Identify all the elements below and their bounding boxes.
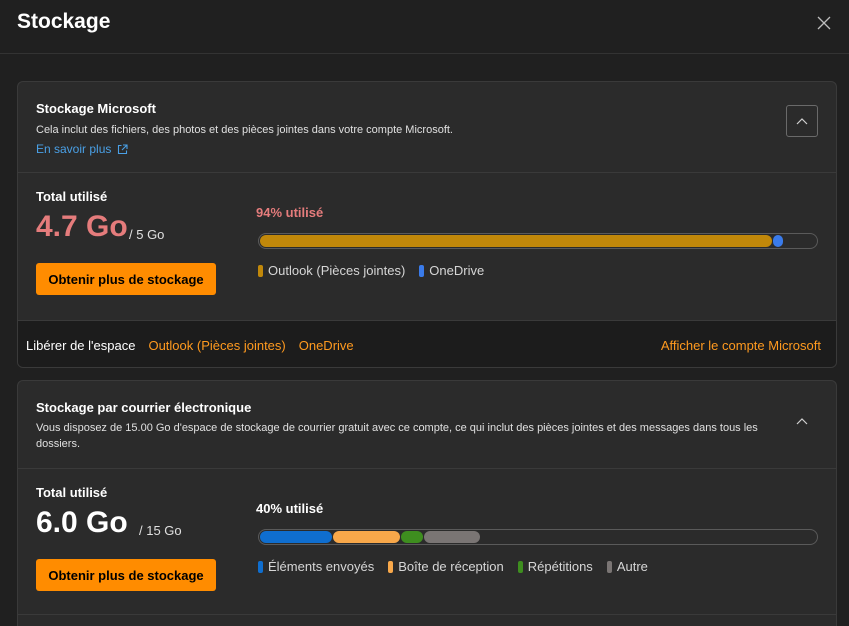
free-onedrive-link[interactable]: OneDrive bbox=[299, 338, 354, 353]
email-storage-card: Stockage par courrier électronique Vous … bbox=[17, 380, 837, 626]
percent-used-label: 40% utilisé bbox=[256, 501, 324, 516]
chevron-up-icon bbox=[796, 118, 808, 125]
microsoft-usage-bar bbox=[258, 233, 818, 249]
total-used-label: Total utilisé bbox=[36, 189, 108, 204]
usage-segment bbox=[333, 531, 400, 543]
capacity-value: / 15 Go bbox=[139, 523, 182, 538]
legend-item: OneDrive bbox=[419, 263, 484, 278]
close-icon bbox=[817, 16, 831, 30]
legend-swatch bbox=[517, 560, 523, 573]
used-value: 4.7 Go bbox=[36, 210, 128, 243]
microsoft-storage-description: Cela inclut des fichiers, des photos et … bbox=[36, 124, 453, 136]
dialog-title: Stockage bbox=[17, 10, 111, 33]
usage-segment bbox=[424, 531, 480, 543]
free-outlook-link[interactable]: Outlook (Pièces jointes) bbox=[148, 338, 285, 353]
legend-item: Répétitions bbox=[517, 559, 593, 574]
view-account-link[interactable]: Afficher le compte Microsoft bbox=[661, 338, 821, 353]
legend-item: Boîte de réception bbox=[388, 559, 504, 574]
collapse-email-button[interactable] bbox=[794, 413, 810, 429]
used-value: 6.0 Go bbox=[36, 506, 128, 539]
email-usage-section: Total utilisé 6.0 Go / 15 Go Obtenir plu… bbox=[18, 469, 836, 615]
email-storage-description: Vous disposez de 15.00 Go d'espace de st… bbox=[36, 422, 758, 450]
learn-more-link[interactable]: En savoir plus bbox=[36, 142, 128, 156]
email-legend: Éléments envoyés Boîte de réception Répéti… bbox=[258, 559, 648, 574]
legend-label: Outlook (Pièces jointes) bbox=[268, 263, 406, 278]
microsoft-storage-header: Stockage Microsoft Cela inclut des fichi… bbox=[18, 82, 836, 173]
learn-more-label: En savoir plus bbox=[36, 142, 112, 156]
microsoft-storage-title: Stockage Microsoft bbox=[36, 101, 156, 116]
usage-segment bbox=[401, 531, 423, 543]
legend-item: Autre bbox=[606, 559, 648, 574]
percent-used-label: 94% utilisé bbox=[256, 205, 324, 220]
usage-segment bbox=[260, 235, 772, 247]
free-space-label: Libérer de l'espace bbox=[26, 337, 136, 353]
external-link-icon bbox=[118, 143, 128, 154]
capacity-value: / 5 Go bbox=[129, 227, 165, 242]
dialog-header: Stockage bbox=[0, 0, 849, 54]
chevron-up-icon bbox=[796, 418, 808, 425]
legend-label: Éléments envoyés bbox=[268, 559, 375, 574]
legend-label: Répétitions bbox=[527, 559, 593, 574]
free-space-bar: Libérer de l'espace Outlook (Pièces join… bbox=[18, 320, 836, 367]
legend-label: Boîte de réception bbox=[398, 559, 504, 574]
email-usage-bar bbox=[258, 529, 818, 545]
legend-label: OneDrive bbox=[429, 263, 485, 278]
close-button[interactable] bbox=[813, 12, 835, 34]
get-more-storage-button[interactable]: Obtenir plus de stockage bbox=[36, 559, 216, 591]
legend-swatch bbox=[258, 264, 263, 277]
legend-swatch bbox=[258, 560, 263, 573]
microsoft-legend: Outlook (Pièces jointes) OneDrive bbox=[258, 263, 484, 278]
legend-swatch bbox=[388, 560, 394, 573]
legend-swatch bbox=[419, 264, 425, 277]
legend-swatch bbox=[606, 560, 612, 573]
legend-item: Éléments envoyés bbox=[258, 559, 374, 574]
total-used-label: Total utilisé bbox=[36, 485, 108, 500]
legend-label: Autre bbox=[616, 559, 648, 574]
usage-segment bbox=[260, 531, 332, 543]
usage-segment bbox=[773, 235, 783, 247]
get-more-storage-button[interactable]: Obtenir plus de stockage bbox=[36, 263, 216, 295]
legend-item: Outlook (Pièces jointes) bbox=[258, 263, 405, 278]
email-storage-header: Stockage par courrier électronique Vous … bbox=[18, 381, 836, 469]
microsoft-storage-card: Stockage Microsoft Cela inclut des fichi… bbox=[17, 81, 837, 368]
microsoft-usage-section: Total utilisé 4.7 Go / 5 Go Obtenir plus… bbox=[18, 173, 836, 319]
collapse-microsoft-button[interactable] bbox=[786, 105, 818, 137]
email-storage-title: Stockage par courrier électronique bbox=[36, 400, 252, 415]
